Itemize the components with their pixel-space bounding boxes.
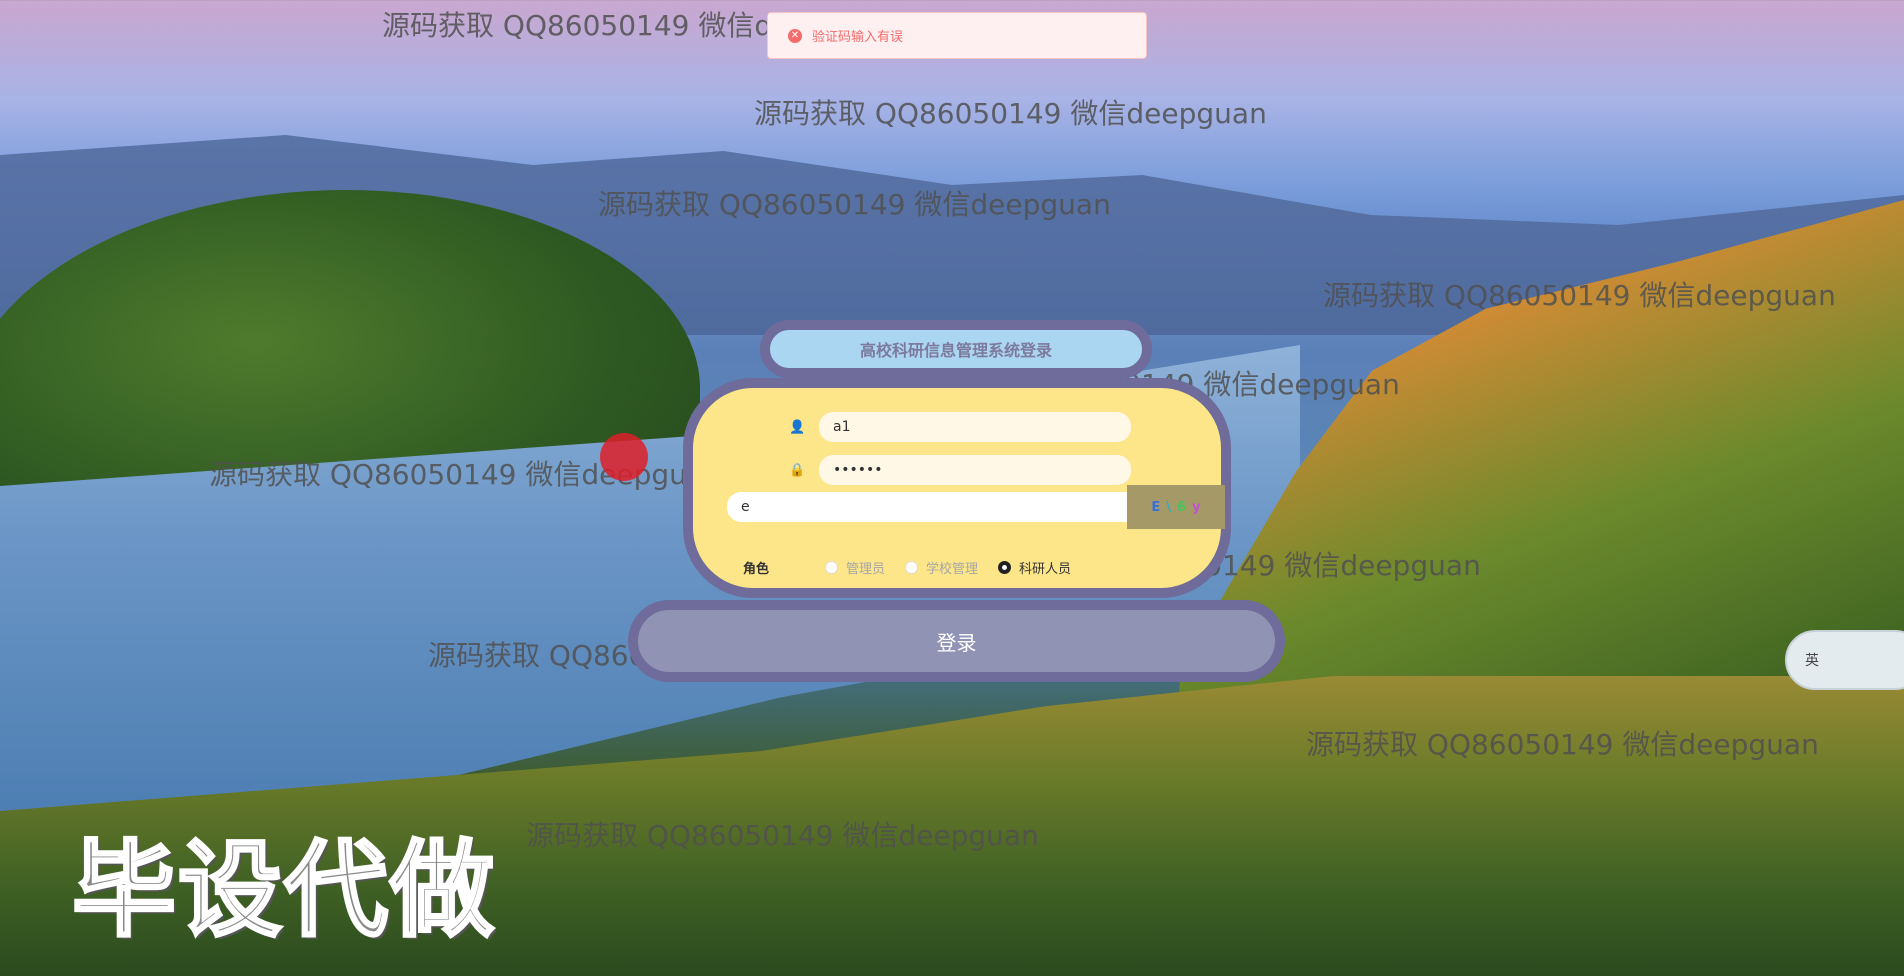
username-row: 👤: [789, 412, 1131, 442]
promo-stamp: 毕设代做: [70, 828, 497, 953]
login-button-label: 登录: [936, 630, 977, 655]
password-input[interactable]: [819, 455, 1131, 485]
captcha-input[interactable]: [727, 492, 1127, 522]
toast-message: 验证码输入有误: [812, 30, 904, 45]
captcha-image[interactable]: E \ 6 y: [1127, 485, 1225, 529]
role-radio-admin[interactable]: 管理员: [825, 558, 885, 577]
login-form: 👤 🔒 E \ 6 y 角色 管理员 学校管理 科研人员: [683, 378, 1231, 598]
cursor-indicator: [600, 433, 648, 481]
role-radio-school-admin[interactable]: 学校管理: [905, 558, 978, 577]
lock-icon: 🔒: [789, 462, 806, 478]
password-row: 🔒: [789, 455, 1131, 485]
role-selector: 角色 管理员 学校管理 科研人员: [743, 558, 1091, 577]
role-label: 角色: [743, 562, 770, 577]
login-title-bar: 高校科研信息管理系统登录: [760, 320, 1152, 378]
radio-dot[interactable]: [998, 561, 1012, 574]
captcha-char: 6: [1177, 499, 1187, 515]
captcha-char: \: [1166, 499, 1172, 515]
ime-widget[interactable]: 英: [1785, 630, 1904, 690]
captcha-char: E: [1151, 499, 1161, 515]
login-button[interactable]: 登录: [628, 600, 1285, 682]
login-title: 高校科研信息管理系统登录: [859, 341, 1052, 360]
captcha-row: E \ 6 y: [727, 485, 1225, 529]
error-icon: ✕: [788, 28, 802, 43]
radio-dot[interactable]: [905, 561, 919, 574]
user-icon: 👤: [789, 419, 806, 435]
role-option-label: 管理员: [846, 562, 886, 577]
username-input[interactable]: [819, 412, 1131, 442]
error-toast: ✕ 验证码输入有误: [767, 12, 1147, 59]
captcha-char: y: [1192, 499, 1201, 515]
role-option-label: 科研人员: [1019, 562, 1072, 577]
role-radio-researcher[interactable]: 科研人员: [998, 558, 1071, 577]
radio-dot[interactable]: [825, 561, 839, 574]
role-option-label: 学校管理: [926, 562, 979, 577]
ime-label: 英: [1805, 653, 1819, 669]
